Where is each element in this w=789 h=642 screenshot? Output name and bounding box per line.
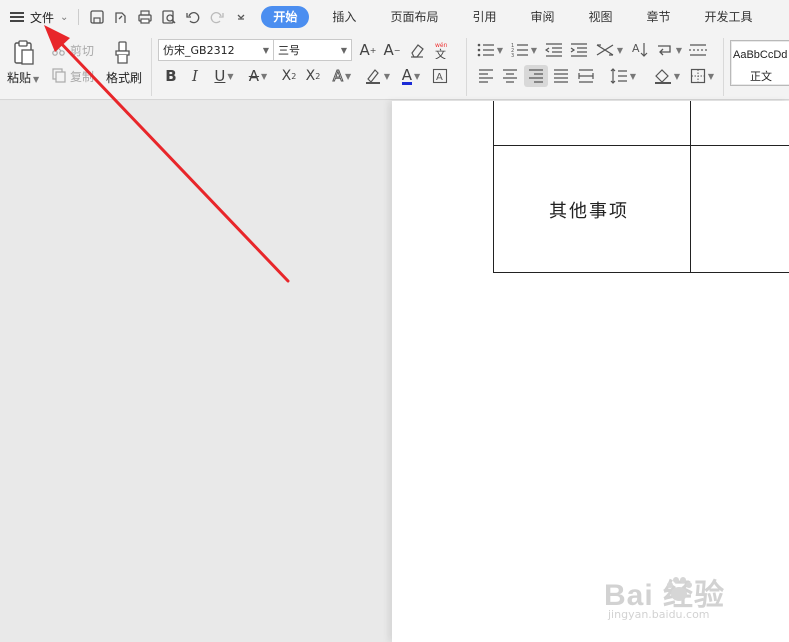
table-column-divider — [690, 101, 691, 273]
table-cell-text: 其他事项 — [549, 201, 629, 222]
divider — [151, 38, 152, 96]
copy-icon[interactable] — [50, 66, 68, 84]
paste-label: 粘贴 — [7, 71, 32, 85]
font-color-icon[interactable]: A ▼ — [397, 66, 425, 86]
export-icon[interactable] — [109, 5, 133, 29]
title-tab-bar: 文件 ⌄ 开始 插入 页面布局 引用 审阅 视图 章节 开发工具 — [0, 0, 789, 34]
svg-text:A: A — [632, 42, 640, 55]
tab-review[interactable]: 审阅 — [513, 6, 571, 28]
sort-icon[interactable]: A — [630, 40, 650, 60]
svg-text:A: A — [436, 72, 443, 83]
chevron-down-icon: ▼ — [262, 45, 270, 55]
redo-icon[interactable] — [205, 5, 229, 29]
chevron-down-icon: ▼ — [33, 75, 40, 84]
document-workspace: 其他事项 — [0, 101, 789, 642]
undo-icon[interactable] — [181, 5, 205, 29]
subscript-icon[interactable]: X2 — [302, 66, 324, 86]
table-row-divider — [494, 145, 789, 146]
file-menu-button[interactable]: 文件 ⌄ — [0, 5, 72, 29]
tab-insert[interactable]: 插入 — [315, 6, 373, 28]
style-preview-text: AaBbCcDd — [733, 49, 788, 61]
chevron-down-icon: ⌄ — [60, 11, 69, 23]
shading-icon[interactable]: ▼ — [652, 66, 682, 86]
document-table[interactable]: 其他事项 — [493, 101, 789, 273]
tab-page-layout[interactable]: 页面布局 — [373, 6, 455, 28]
svg-text:文: 文 — [435, 47, 446, 59]
tab-chapter[interactable]: 章节 — [630, 6, 688, 28]
font-size-value: 三号 — [278, 44, 300, 57]
justify-icon[interactable] — [551, 66, 571, 86]
tab-references[interactable]: 引用 — [455, 6, 513, 28]
borders-icon[interactable]: ▼ — [687, 66, 717, 86]
text-effect-icon[interactable]: A ▼ — [328, 66, 356, 86]
underline-icon[interactable]: U ▼ — [210, 66, 238, 86]
phonetic-guide-icon[interactable]: wén 文 — [431, 40, 455, 60]
align-center-icon[interactable] — [500, 66, 520, 86]
scissors-icon[interactable] — [50, 40, 68, 58]
align-right-icon[interactable] — [524, 65, 548, 87]
copy-button[interactable]: 复制 — [70, 68, 94, 85]
divider — [723, 38, 724, 96]
format-painter-button[interactable]: 格式刷 — [106, 69, 142, 86]
customize-toolbar-icon[interactable] — [229, 5, 253, 29]
format-painter-icon[interactable] — [112, 40, 134, 66]
paste-icon[interactable] — [10, 38, 38, 68]
increase-font-size-icon[interactable]: A + — [358, 40, 378, 60]
font-name-select[interactable]: 仿宋_GB2312 ▼ — [158, 39, 274, 61]
chevron-down-icon: ▼ — [340, 45, 348, 55]
file-menu-label: 文件 — [30, 10, 55, 25]
italic-icon[interactable]: I — [186, 66, 204, 86]
text-direction-icon[interactable]: ▼ — [594, 40, 624, 60]
cut-button[interactable]: 剪切 — [70, 42, 94, 59]
tab-home[interactable]: 开始 — [261, 6, 310, 28]
divider — [78, 9, 80, 25]
clear-format-icon[interactable] — [407, 40, 427, 60]
divider — [466, 38, 467, 96]
hamburger-icon — [10, 12, 24, 22]
tab-view[interactable]: 视图 — [571, 6, 629, 28]
font-size-select[interactable]: 三号 ▼ — [273, 39, 352, 61]
bold-icon[interactable]: B — [162, 66, 180, 86]
bullet-list-icon[interactable]: ▼ — [476, 40, 504, 60]
baidu-watermark: Bai 经验 jingyan.baidu.com — [604, 570, 754, 630]
watermark-url: jingyan.baidu.com — [608, 608, 710, 621]
style-normal-tile[interactable]: AaBbCcDd 正文 — [730, 40, 789, 86]
ribbon-home: 粘贴 ▼ 剪切 复制 格式刷 仿宋_GB2312 ▼ 三号 ▼ A + A − wén… — [0, 34, 789, 100]
paw-icon — [667, 577, 692, 601]
save-icon[interactable] — [85, 5, 109, 29]
strikethrough-icon[interactable]: A ▼ — [244, 66, 272, 86]
decrease-indent-icon[interactable] — [544, 40, 564, 60]
align-left-icon[interactable] — [476, 66, 496, 86]
numbered-list-icon[interactable]: 1 2 3 ▼ — [510, 40, 538, 60]
increase-indent-icon[interactable] — [569, 40, 589, 60]
style-name-label: 正文 — [750, 70, 772, 83]
svg-text:3: 3 — [511, 53, 514, 58]
table-grid-icon[interactable] — [688, 40, 708, 60]
ribbon-tabs: 开始 插入 页面布局 引用 审阅 视图 章节 开发工具 — [261, 6, 769, 28]
show-marks-icon[interactable]: ▼ — [654, 40, 684, 60]
font-name-value: 仿宋_GB2312 — [163, 44, 235, 57]
document-page[interactable]: 其他事项 — [392, 101, 789, 642]
highlight-icon[interactable]: ▼ — [362, 66, 392, 86]
tab-developer[interactable]: 开发工具 — [688, 6, 770, 28]
print-preview-icon[interactable] — [157, 5, 181, 29]
superscript-icon[interactable]: X2 — [278, 66, 300, 86]
line-spacing-icon[interactable]: ▼ — [608, 66, 638, 86]
decrease-font-size-icon[interactable]: A − — [382, 40, 402, 60]
print-icon[interactable] — [133, 5, 157, 29]
distributed-icon[interactable] — [576, 66, 596, 86]
char-border-icon[interactable]: A — [430, 66, 450, 86]
paste-button[interactable]: 粘贴 ▼ — [7, 69, 39, 86]
